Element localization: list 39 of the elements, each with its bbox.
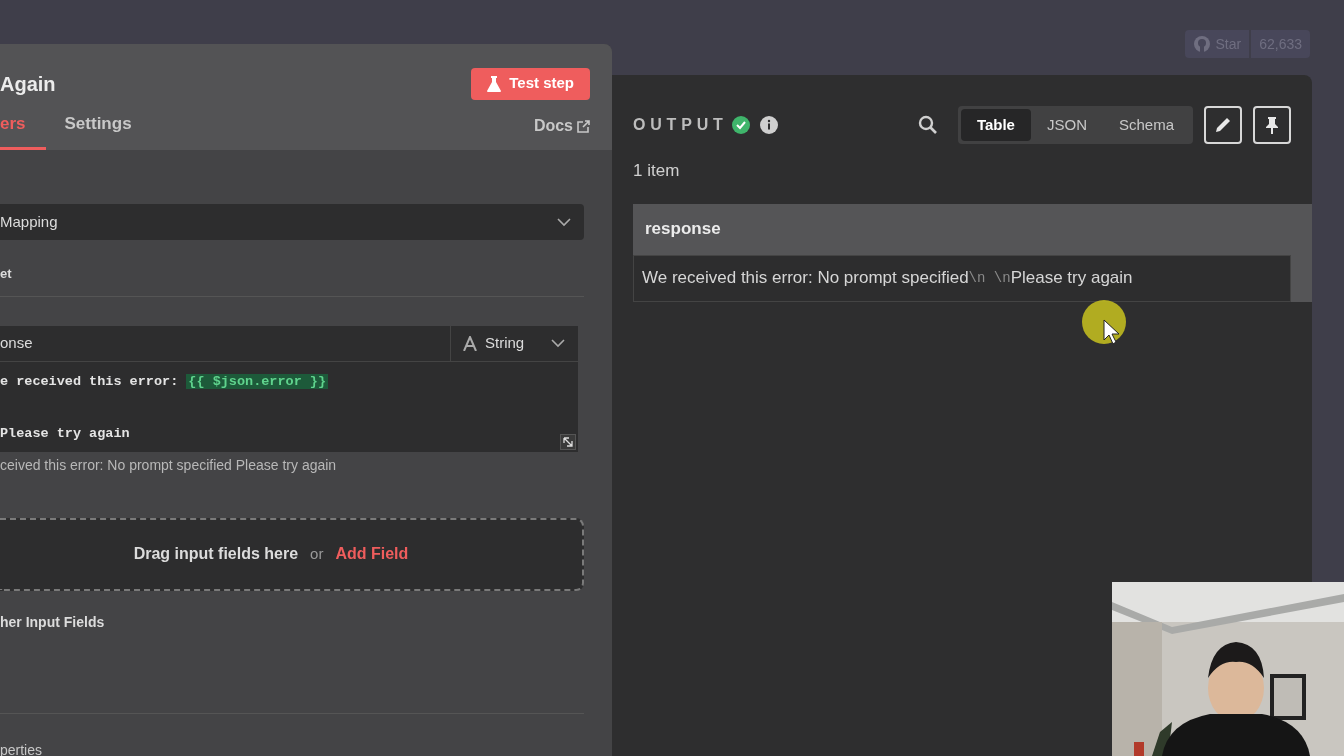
field-name-input[interactable]: onse [0, 325, 451, 361]
docs-link[interactable]: Docs [533, 114, 590, 150]
separator-text: or [310, 543, 324, 564]
drop-hint: Drag input fields here [133, 544, 299, 564]
edit-button[interactable] [1204, 106, 1242, 144]
view-tab[interactable]: Table [960, 109, 1031, 141]
column-header: response [644, 218, 722, 241]
flask-icon [487, 75, 502, 92]
add-field-link[interactable]: Add Field [335, 542, 409, 566]
table-cell: We received this error: No prompt specified\n \nPlease try again [633, 254, 1291, 302]
view-tab[interactable]: Schema [1102, 109, 1190, 141]
drop-zone[interactable]: Drag input fields here or Add Field [0, 517, 584, 591]
type-select[interactable]: String [451, 325, 578, 361]
github-icon [1193, 35, 1212, 53]
chevron-down-icon [556, 215, 572, 229]
text-type-icon [463, 335, 477, 351]
search-icon[interactable] [917, 115, 938, 135]
cursor-icon [1082, 300, 1128, 346]
section-label: et [0, 265, 13, 283]
external-link-icon [577, 119, 590, 133]
chevron-down-icon [550, 336, 566, 350]
view-switch[interactable]: Table JSON Schema [957, 106, 1193, 144]
output-title: OUTPUT [633, 115, 728, 135]
tab[interactable]: Settings [64, 100, 132, 150]
info-icon [759, 116, 778, 134]
value-editor[interactable]: e received this error: {{ $json.error }} Please try again [0, 361, 578, 452]
pencil-icon [1214, 116, 1232, 134]
pin-button[interactable] [1253, 106, 1291, 144]
item-count: 1 item [633, 160, 681, 182]
resize-icon [560, 433, 576, 450]
code-line: Please try again [0, 424, 130, 442]
section-label: her Input Fields [0, 612, 106, 632]
mode-select[interactable]: Mapping [0, 204, 584, 240]
view-tab[interactable]: JSON [1030, 109, 1103, 141]
value-preview: ceived this error: No prompt specified Please try again [0, 455, 338, 475]
test-step-button[interactable]: Test step [471, 67, 590, 100]
node-title: Again [0, 71, 56, 97]
code-line: e received this error: {{ $json.error }} [0, 372, 329, 390]
pin-icon [1264, 116, 1280, 134]
